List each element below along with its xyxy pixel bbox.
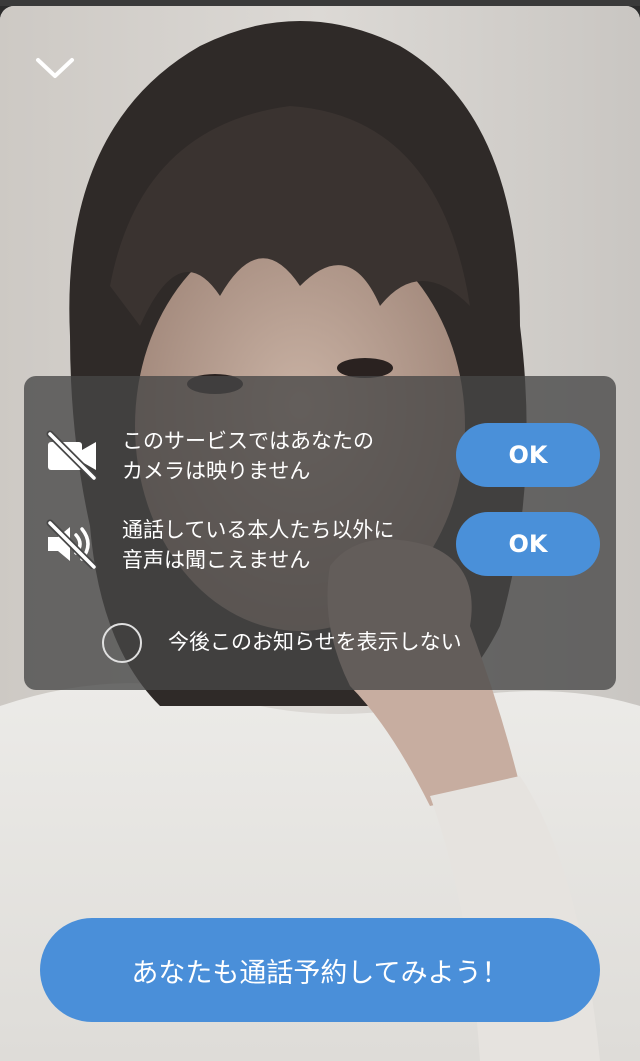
- reserve-call-button[interactable]: あなたも通話予約してみよう！: [40, 918, 600, 1022]
- dont-show-again-label: 今後このお知らせを表示しない: [168, 630, 462, 654]
- dont-show-again-option[interactable]: 今後このお知らせを表示しない: [102, 620, 542, 668]
- camera-notice-text: このサービスではあなたの カメラは映りません: [122, 429, 374, 483]
- camera-off-icon: [44, 430, 100, 482]
- collapse-button[interactable]: [30, 50, 80, 86]
- camera-notice-ok-button[interactable]: OK: [456, 423, 600, 487]
- camera-notice-row: このサービスではあなたの カメラは映りません OK: [24, 420, 616, 492]
- audio-notice-ok-button[interactable]: OK: [456, 512, 600, 576]
- audio-notice-text: 通話している本人たち以外に 音声は聞こえません: [122, 518, 395, 572]
- dont-show-again-radio[interactable]: [102, 623, 142, 663]
- video-call-screen: このサービスではあなたの カメラは映りません OK 通話している本人たち以外に …: [0, 0, 640, 1061]
- privacy-notice-panel: このサービスではあなたの カメラは映りません OK 通話している本人たち以外に …: [24, 376, 616, 690]
- audio-notice-row: 通話している本人たち以外に 音声は聞こえません OK: [24, 509, 616, 581]
- speaker-muted-icon: [44, 519, 100, 571]
- chevron-down-icon: [36, 58, 74, 78]
